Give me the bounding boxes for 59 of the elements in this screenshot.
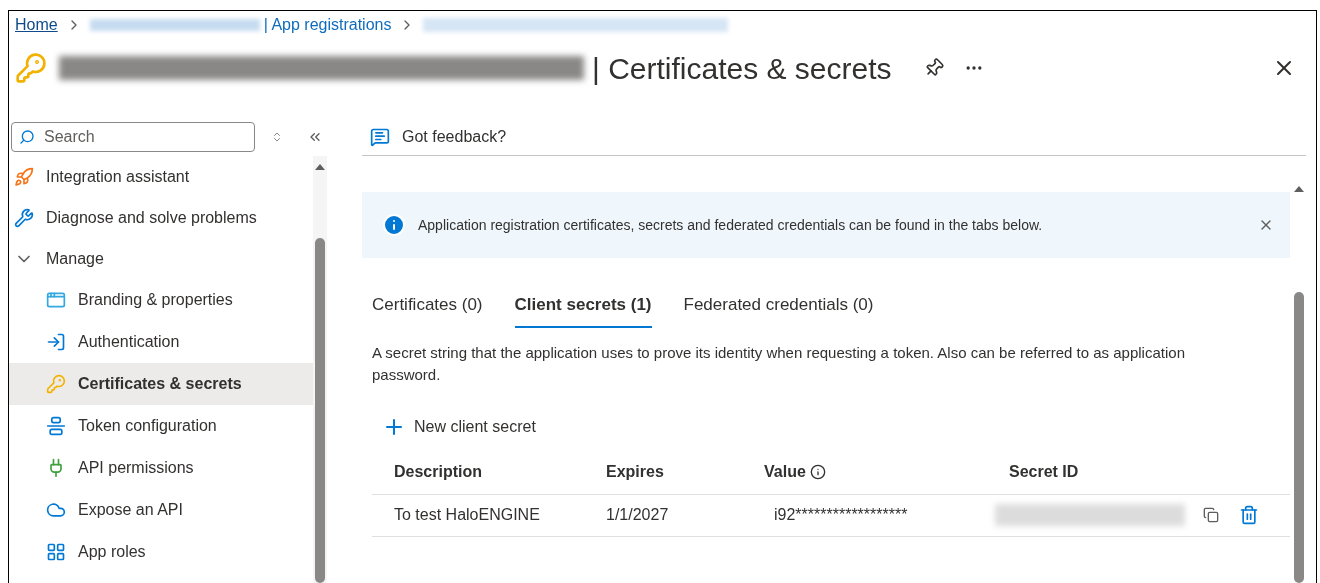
column-header: Value — [764, 462, 806, 482]
nav-label: App roles — [78, 542, 146, 562]
cloud-icon — [46, 500, 66, 520]
column-header: Expires — [606, 462, 664, 482]
scroll-up-icon[interactable] — [315, 164, 325, 170]
scroll-up-icon[interactable] — [1294, 186, 1304, 192]
window-icon — [46, 290, 66, 310]
table-cell-text: i92****************** — [773, 505, 909, 525]
nav-label: Manage — [46, 248, 104, 269]
sign-in-icon — [46, 332, 66, 352]
nav-label: Branding & properties — [78, 290, 233, 310]
new-secret-button[interactable]: New client secret — [382, 414, 536, 439]
nav-item[interactable]: API permissions — [9, 447, 313, 489]
scrollbar[interactable] — [313, 156, 327, 583]
scroll-thumb[interactable] — [315, 238, 325, 583]
trash-icon[interactable] — [1239, 505, 1259, 525]
page-title: | Certificates & secrets — [592, 50, 892, 87]
nav-label: Certificates & secrets — [78, 374, 242, 394]
sort-icon[interactable] — [271, 131, 283, 143]
nav-item[interactable]: Expose an API — [9, 489, 313, 531]
nav-label: API permissions — [78, 458, 194, 478]
wrench-icon — [14, 207, 34, 228]
copy-icon[interactable] — [1203, 507, 1219, 523]
tab[interactable]: Client secrets (1) — [514, 292, 652, 328]
scroll-thumb[interactable] — [1294, 292, 1304, 583]
column-header: Secret ID — [1009, 462, 1079, 482]
rocket-icon — [14, 166, 34, 187]
nav-label: Diagnose and solve problems — [46, 207, 257, 228]
search-field[interactable]: Search — [11, 122, 255, 152]
tab[interactable]: Federated credentials (0) — [683, 292, 874, 328]
nav-item[interactable]: Token configuration — [9, 405, 313, 447]
table-cell-text: 1/1/2027 — [606, 505, 670, 525]
key-icon — [15, 52, 47, 84]
nav-item[interactable]: Manage — [9, 238, 313, 279]
tab[interactable]: Certificates (0) — [372, 292, 483, 328]
nav-label: Authentication — [78, 332, 180, 352]
breadcrumb-link[interactable]: Home — [15, 13, 58, 37]
nav-label: Token configuration — [78, 416, 217, 436]
info-icon — [382, 213, 406, 237]
nav-item[interactable]: App roles — [9, 531, 313, 573]
nav-item[interactable]: Authentication — [9, 321, 313, 363]
banner-text: Application registration certificates, secrets and federated credentials can be found in the tabs below. — [418, 215, 1044, 235]
key-icon — [46, 374, 66, 394]
nav-item[interactable]: Integration assistant — [9, 156, 313, 197]
nav-item[interactable]: Certificates & secrets — [9, 363, 313, 405]
feedback-icon — [370, 126, 390, 147]
nav-label: Expose an API — [78, 500, 183, 520]
info-icon — [809, 464, 826, 480]
nav-item[interactable]: Branding & properties — [9, 279, 313, 321]
nav-label: Integration assistant — [46, 166, 190, 187]
description-text: A secret string that the application uses to prove its identity when requesting a token. Also can be referred to as application password. — [371, 342, 1186, 385]
nav-item[interactable]: Diagnose and solve problems — [9, 197, 313, 238]
grid-icon — [46, 542, 66, 562]
table-cell-text: To test HaloENGINE — [393, 505, 541, 525]
breadcrumb-link[interactable]: | App registrations — [263, 13, 392, 37]
bars-icon — [46, 416, 66, 436]
search-icon — [19, 129, 35, 145]
column-header: Description — [394, 462, 482, 482]
feedback-button[interactable]: Got feedback? — [402, 124, 507, 149]
